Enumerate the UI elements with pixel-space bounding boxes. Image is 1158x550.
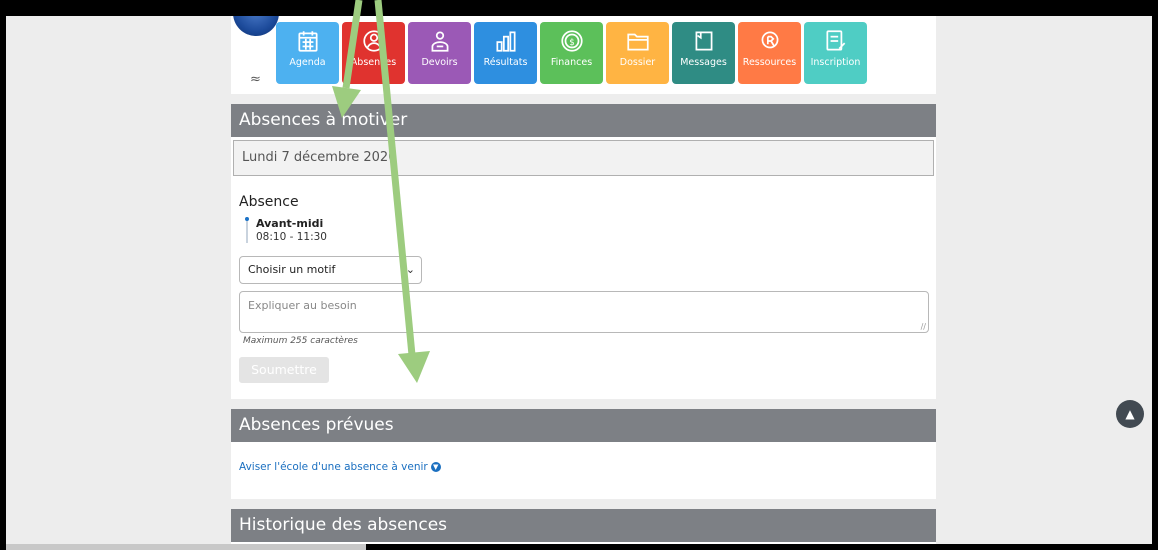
motif-select[interactable]: Choisir un motif ⌄ (239, 256, 422, 284)
calendar-icon (297, 31, 318, 52)
section-header-motiver: Absences à motiver (231, 104, 936, 137)
nav-tile-finances[interactable]: $ Finances (540, 22, 603, 84)
browser-viewport: ≈ Agenda Absences Devoirs Résultats $ Fi… (6, 16, 1152, 544)
nav-tile-label: Ressources (742, 57, 797, 68)
nav-tile-resultats[interactable]: Résultats (474, 22, 537, 84)
absence-title: Absence (239, 194, 299, 210)
nav-tile-ressources[interactable]: Ressources (738, 22, 801, 84)
nav-tile-messages[interactable]: Messages (672, 22, 735, 84)
nav-tile-label: Finances (550, 57, 593, 68)
aviser-link-label: Aviser l'école d'une absence à venir (239, 461, 428, 473)
message-icon (695, 31, 712, 51)
horizontal-scrollbar[interactable] (6, 544, 366, 550)
nav-tile-label: Résultats (483, 57, 528, 68)
textarea-placeholder: Expliquer au besoin (248, 299, 357, 312)
bar-chart-icon (495, 31, 516, 52)
nav-tile-absences[interactable]: Absences (342, 22, 405, 84)
absence-date: Lundi 7 décembre 2020 (233, 140, 934, 176)
submit-button[interactable]: Soumettre (239, 357, 329, 383)
dollar-coin-icon: $ (560, 30, 583, 52)
student-icon (431, 31, 448, 52)
nav-tile-inscription[interactable]: Inscription (804, 22, 867, 84)
person-icon (362, 30, 385, 52)
section-spacer (231, 399, 936, 409)
section-spacer (231, 94, 936, 104)
collapse-icon[interactable]: ≈ (250, 72, 261, 87)
nav-tile-dossier[interactable]: Dossier (606, 22, 669, 84)
chevron-down-icon: ⌄ (405, 263, 415, 276)
nav-tile-label: Dossier (619, 57, 656, 68)
resize-grip-icon[interactable]: ∕∕ (921, 322, 926, 331)
explanation-textarea[interactable]: Expliquer au besoin ∕∕ (239, 291, 929, 333)
chevron-circle-down-icon: ▼ (430, 462, 441, 472)
resource-icon (761, 31, 778, 49)
nav-tile-label: Absences (350, 57, 397, 68)
section-header-historique: Historique des absences (231, 509, 936, 542)
nav-tile-label: Inscription (810, 57, 861, 68)
nav-tile-devoirs[interactable]: Devoirs (408, 22, 471, 84)
period-time: 08:10 - 11:30 (256, 231, 327, 243)
section-spacer (231, 499, 936, 509)
folder-icon (626, 33, 649, 51)
scroll-to-top-button[interactable]: ▲ (1116, 400, 1144, 428)
motif-select-value: Choisir un motif (248, 263, 336, 276)
signup-form-icon (825, 30, 845, 51)
nav-tile-label: Devoirs (421, 57, 458, 68)
section-header-prevues: Absences prévues (231, 409, 936, 442)
aviser-absence-link[interactable]: Aviser l'école d'une absence à venir ▼ (239, 461, 441, 473)
nav-tile-agenda[interactable]: Agenda (276, 22, 339, 84)
nav-tile-label: Agenda (289, 57, 326, 68)
nav-tile-label: Messages (680, 57, 727, 68)
absence-period: Avant-midi 08:10 - 11:30 (245, 217, 327, 243)
svg-text:$: $ (569, 38, 575, 48)
max-characters-note: Maximum 255 caractères (243, 336, 358, 346)
period-marker (245, 217, 249, 221)
period-label: Avant-midi (256, 217, 324, 230)
